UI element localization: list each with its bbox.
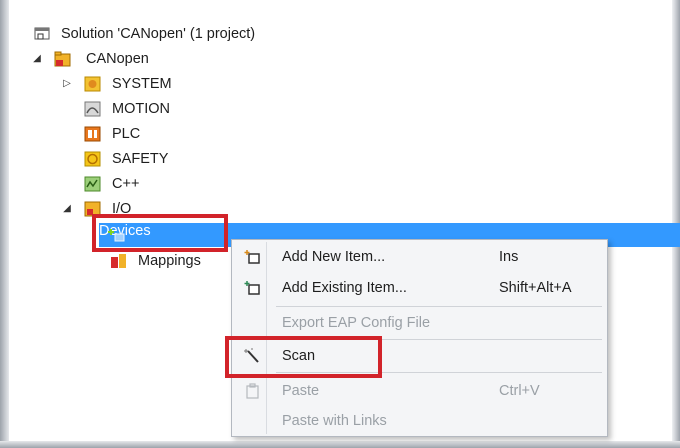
safety-label: SAFETY: [112, 151, 169, 167]
project-icon: [54, 51, 71, 67]
add-new-item-shortcut: Ins: [499, 249, 519, 265]
add-new-item-icon: [244, 250, 260, 264]
motion-icon: [84, 101, 101, 117]
plc-icon: [84, 126, 101, 142]
cpp-icon: [84, 176, 101, 192]
add-existing-item-shortcut: Shift+Alt+A: [499, 280, 572, 296]
cpp-label: C++: [112, 176, 140, 192]
window-frame-left: [0, 0, 9, 448]
add-new-item-label: Add New Item...: [282, 249, 386, 265]
add-existing-item-label: Add Existing Item...: [282, 280, 407, 296]
devices-highlight-box: [92, 214, 228, 252]
add-existing-item-icon: [244, 281, 260, 295]
collapse-arrow-icon[interactable]: ◢: [30, 52, 44, 66]
system-label: SYSTEM: [112, 76, 172, 92]
menu-item-paste-with-links[interactable]: Paste with Links: [232, 406, 607, 436]
solution-label: Solution 'CANopen' (1 project): [61, 26, 256, 42]
collapse-arrow-icon[interactable]: ◢: [60, 202, 74, 216]
paste-label: Paste: [282, 383, 320, 399]
plc-label: PLC: [112, 126, 141, 142]
menu-separator: [276, 306, 602, 307]
mappings-label: Mappings: [138, 253, 201, 269]
solution-icon: [34, 27, 50, 40]
export-eap-label: Export EAP Config File: [282, 315, 431, 331]
paste-with-links-label: Paste with Links: [282, 413, 387, 429]
window-frame-bottom: [0, 441, 680, 448]
system-icon: [84, 76, 101, 92]
menu-item-add-new[interactable]: Add New Item... Ins: [232, 242, 607, 272]
paste-shortcut: Ctrl+V: [499, 383, 540, 399]
motion-label: MOTION: [112, 101, 170, 117]
menu-item-export-eap[interactable]: Export EAP Config File: [232, 308, 607, 338]
safety-icon: [84, 151, 101, 167]
clipboard-icon: [246, 383, 259, 399]
mappings-icon: [111, 254, 126, 268]
expand-arrow-icon[interactable]: ▷: [60, 77, 74, 91]
scan-highlight-box: [225, 336, 382, 378]
menu-item-add-existing[interactable]: Add Existing Item... Shift+Alt+A: [232, 273, 607, 303]
menu-item-paste[interactable]: Paste Ctrl+V: [232, 376, 607, 406]
project-label: CANopen: [86, 51, 149, 67]
